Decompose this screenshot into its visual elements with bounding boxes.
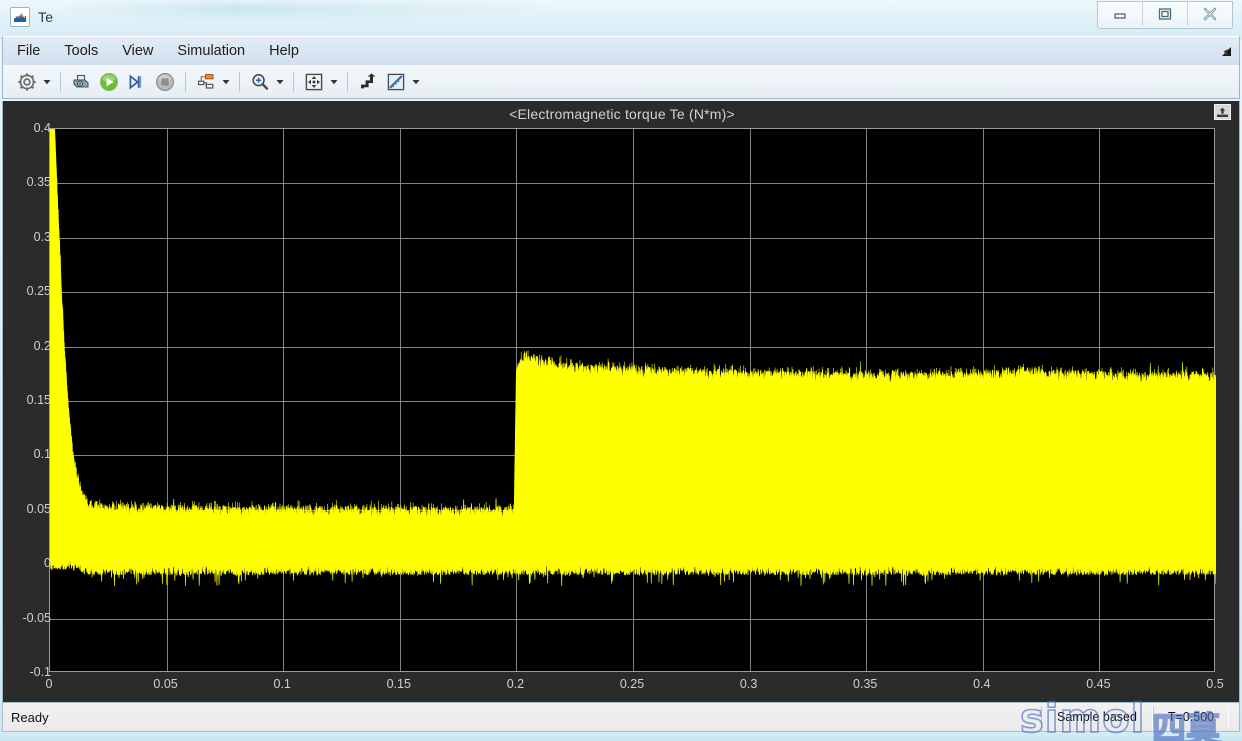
status-sample-mode: Sample based bbox=[1041, 706, 1153, 728]
zoom-caret[interactable] bbox=[274, 70, 285, 94]
close-button[interactable] bbox=[1187, 2, 1232, 26]
window-controls bbox=[1097, 1, 1233, 29]
status-simulation-time: T=0.500 bbox=[1153, 706, 1229, 728]
toolbar-separator bbox=[293, 71, 294, 92]
menu-item-simulation[interactable]: Simulation bbox=[167, 39, 255, 63]
x-axis-tick-labels: 0 0.05 0.1 0.15 0.2 0.25 0.3 0.35 0.4 0.45 0.5 bbox=[3, 677, 1241, 697]
measurements-button[interactable] bbox=[383, 69, 409, 95]
matlab-membrane-icon bbox=[10, 7, 30, 27]
scope-window: Te File Tools View Simulation Help <Elec… bbox=[0, 0, 1242, 741]
scope-display-panel: <Electromagnetic torque Te (N*m)> -0.1 -0… bbox=[2, 101, 1240, 702]
status-message: Ready bbox=[11, 709, 49, 725]
window-title: Te bbox=[38, 9, 54, 25]
menu-item-help[interactable]: Help bbox=[259, 39, 309, 63]
y-tick-label: 0.15 bbox=[26, 393, 51, 407]
title-bar: Te bbox=[0, 0, 1242, 34]
plot-axes[interactable] bbox=[49, 128, 1216, 672]
toolbar-separator bbox=[347, 71, 348, 92]
undock-arrow-icon[interactable] bbox=[1217, 44, 1233, 60]
x-tick-label: 0.1 bbox=[273, 677, 291, 691]
configuration-properties-button[interactable] bbox=[14, 69, 40, 95]
autoscale-button[interactable] bbox=[301, 69, 327, 95]
window-bottom-edge bbox=[0, 732, 1242, 741]
x-tick-label: 0 bbox=[45, 677, 53, 691]
menu-item-tools[interactable]: Tools bbox=[54, 39, 108, 63]
y-tick-label: 0 bbox=[44, 556, 51, 571]
x-tick-label: 0.4 bbox=[973, 677, 991, 691]
minimize-button[interactable] bbox=[1098, 2, 1142, 26]
x-tick-label: 0.5 bbox=[1206, 677, 1224, 691]
toolbar-separator bbox=[185, 71, 186, 92]
step-forward-button[interactable] bbox=[124, 69, 150, 95]
x-tick-label: 0.3 bbox=[739, 677, 758, 691]
y-tick-label: 0.3 bbox=[33, 229, 51, 244]
maximize-button[interactable] bbox=[1142, 2, 1187, 26]
measurements-caret[interactable] bbox=[410, 70, 421, 94]
signal-trace-path bbox=[50, 129, 1216, 586]
menu-item-view[interactable]: View bbox=[112, 39, 163, 63]
y-tick-label: -0.1 bbox=[29, 665, 51, 679]
y-tick-label: -0.05 bbox=[22, 610, 52, 625]
print-button[interactable] bbox=[68, 69, 94, 95]
stop-button[interactable] bbox=[152, 69, 178, 95]
x-tick-label: 0.35 bbox=[853, 677, 878, 691]
toolbar-separator bbox=[239, 71, 240, 92]
configuration-properties-caret[interactable] bbox=[41, 70, 52, 94]
dock-pin-icon[interactable] bbox=[1214, 104, 1231, 120]
toolbar bbox=[2, 65, 1240, 99]
x-tick-label: 0.45 bbox=[1086, 677, 1111, 691]
x-tick-label: 0.2 bbox=[506, 677, 525, 691]
y-tick-label: 0.4 bbox=[33, 121, 51, 135]
menu-bar: File Tools View Simulation Help bbox=[2, 36, 1240, 65]
toolbar-separator bbox=[60, 71, 61, 92]
signal-selection-button[interactable] bbox=[193, 69, 219, 95]
status-bar: Ready Sample based T=0.500 bbox=[2, 702, 1240, 732]
menu-item-file[interactable]: File bbox=[7, 39, 50, 63]
y-tick-label: 0.05 bbox=[26, 501, 51, 516]
y-tick-label: 0.25 bbox=[26, 284, 51, 299]
signal-trace bbox=[50, 129, 1216, 586]
zoom-button[interactable] bbox=[247, 69, 273, 95]
x-tick-label: 0.05 bbox=[153, 677, 178, 691]
y-tick-label: 0.2 bbox=[33, 338, 51, 353]
y-tick-label: 0.35 bbox=[26, 175, 51, 190]
run-button[interactable] bbox=[96, 69, 122, 95]
y-tick-label: 0.1 bbox=[33, 447, 51, 462]
plot-title: <Electromagnetic torque Te (N*m)> bbox=[509, 106, 735, 122]
x-tick-label: 0.25 bbox=[619, 677, 645, 691]
autoscale-caret[interactable] bbox=[328, 70, 339, 94]
signal-selection-caret[interactable] bbox=[220, 70, 231, 94]
scale-axes-limits-button[interactable] bbox=[355, 69, 381, 95]
x-tick-label: 0.15 bbox=[386, 677, 411, 691]
